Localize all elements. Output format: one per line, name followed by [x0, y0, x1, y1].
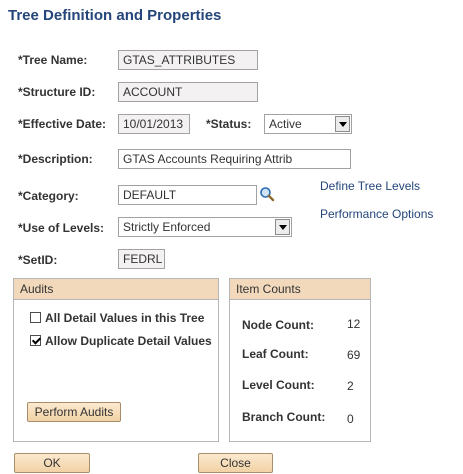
leaf-count-label: Leaf Count:: [242, 347, 309, 361]
use-of-levels-value: Strictly Enforced: [123, 220, 211, 234]
status-value: Active: [269, 117, 302, 131]
close-button[interactable]: Close: [198, 453, 273, 473]
structure-id-label: *Structure ID:: [18, 85, 96, 99]
all-detail-values-checkbox[interactable]: [30, 312, 41, 323]
tree-name-field: GTAS_ATTRIBUTES: [118, 50, 258, 70]
use-of-levels-select[interactable]: Strictly Enforced: [118, 217, 292, 237]
tree-name-label: *Tree Name:: [18, 53, 88, 67]
item-counts-header: Item Counts: [230, 279, 370, 300]
effective-date-label: *Effective Date:: [18, 117, 107, 131]
leaf-count-value: 69: [347, 348, 361, 362]
structure-id-field: ACCOUNT: [118, 82, 258, 102]
define-tree-levels-link[interactable]: Define Tree Levels: [320, 179, 420, 193]
branch-count-value: 0: [347, 412, 354, 426]
use-of-levels-label: *Use of Levels:: [18, 221, 105, 235]
category-input[interactable]: DEFAULT: [118, 185, 257, 205]
chevron-down-icon[interactable]: [335, 116, 350, 132]
chevron-down-icon[interactable]: [275, 219, 290, 235]
node-count-label: Node Count:: [242, 318, 314, 332]
node-count-value: 12: [347, 317, 361, 331]
page-title: Tree Definition and Properties: [8, 7, 222, 24]
audits-header: Audits: [14, 279, 218, 300]
branch-count-label: Branch Count:: [242, 410, 326, 424]
status-select[interactable]: Active: [264, 114, 352, 134]
allow-duplicate-label: Allow Duplicate Detail Values: [45, 334, 212, 348]
category-label: *Category:: [18, 189, 79, 203]
description-input[interactable]: GTAS Accounts Requiring Attrib: [118, 149, 351, 169]
status-label: *Status:: [206, 117, 252, 131]
magnifier-icon[interactable]: [259, 186, 275, 202]
level-count-label: Level Count:: [242, 378, 315, 392]
ok-button[interactable]: OK: [14, 453, 90, 473]
allow-duplicate-checkbox[interactable]: [30, 335, 41, 346]
perform-audits-button[interactable]: Perform Audits: [27, 402, 121, 422]
level-count-value: 2: [347, 379, 354, 393]
setid-field: FEDRL: [118, 249, 165, 269]
all-detail-values-label: All Detail Values in this Tree: [45, 311, 205, 325]
setid-label: *SetID:: [18, 253, 58, 267]
description-label: *Description:: [18, 152, 93, 166]
performance-options-link[interactable]: Performance Options: [320, 207, 433, 221]
effective-date-field: 10/01/2013: [118, 114, 190, 134]
